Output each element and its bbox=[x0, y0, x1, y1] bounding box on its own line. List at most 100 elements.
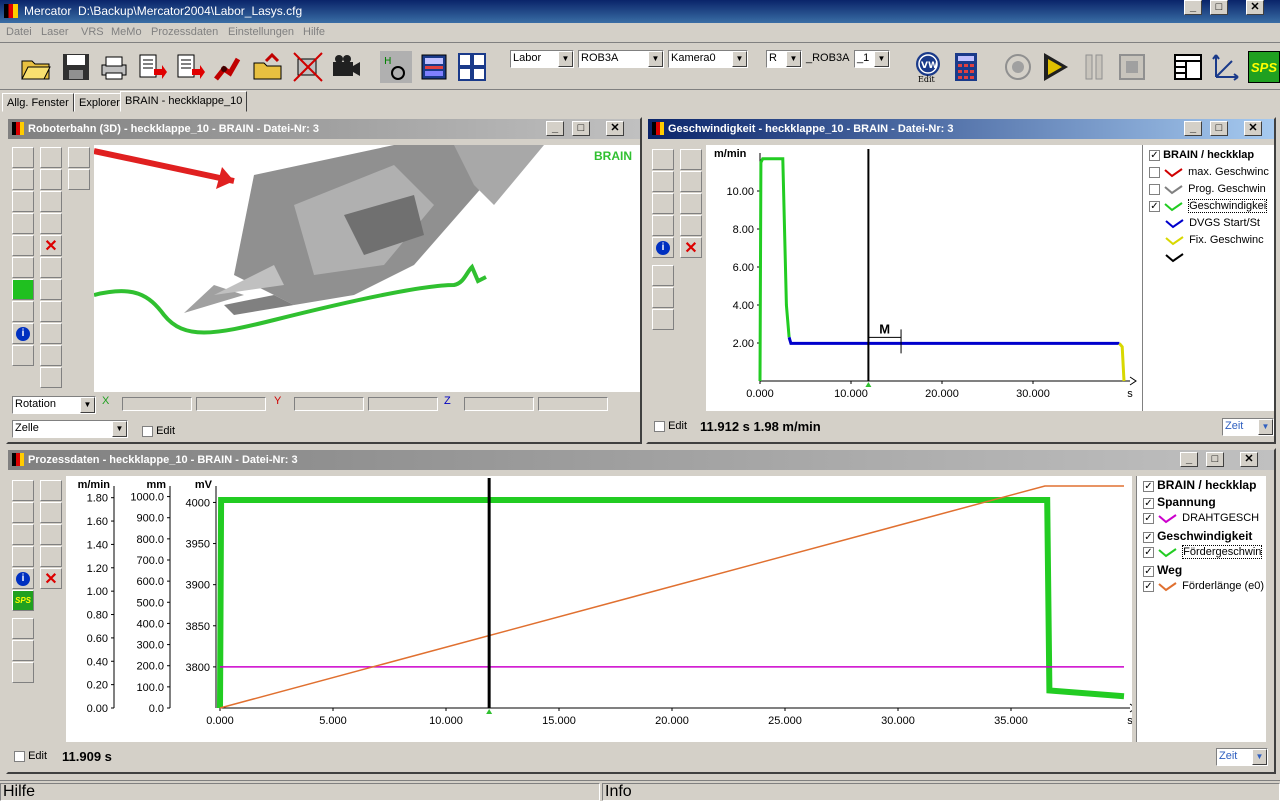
menu-hilfe[interactable]: Hilfe bbox=[303, 26, 325, 38]
close-button[interactable]: ✕ bbox=[606, 121, 624, 136]
legend-item[interactable]: ✓ Geschwindigkei bbox=[1149, 199, 1268, 216]
legend-checkbox[interactable]: ✓ bbox=[1143, 580, 1154, 592]
zoom-icon[interactable] bbox=[40, 147, 62, 168]
info-icon[interactable]: i bbox=[652, 237, 674, 258]
zoom-reset-icon[interactable] bbox=[40, 191, 62, 212]
maximize-button[interactable]: □ bbox=[572, 121, 590, 136]
speed-axis-select[interactable]: Zeit ▼ bbox=[1222, 418, 1274, 436]
list-icon[interactable] bbox=[12, 546, 34, 567]
process-axis-select[interactable]: Zeit ▼ bbox=[1216, 748, 1268, 766]
ipo-curve-icon[interactable] bbox=[12, 502, 34, 523]
process-chart-area[interactable]: m/min 0.00 0.20 0.40 0.60 0.80 1.00 1.20 1.40 1.6… bbox=[66, 476, 1137, 742]
menu-memo[interactable]: MeMo bbox=[111, 26, 142, 38]
tab-brain[interactable]: BRAIN - heckklappe_10 bbox=[120, 91, 248, 112]
menu-datei[interactable]: Datei bbox=[6, 26, 32, 38]
close-button[interactable]: ✕ bbox=[1244, 121, 1262, 136]
maximize-button[interactable]: □ bbox=[1206, 452, 1224, 467]
y-field-1[interactable] bbox=[294, 397, 364, 411]
labor-select[interactable]: Labor ▼ bbox=[510, 50, 574, 68]
table-icon[interactable] bbox=[652, 193, 674, 214]
legend-item[interactable]: ✓ DRAHTGESCH bbox=[1143, 512, 1259, 528]
legend-item[interactable]: max. Geschwinc bbox=[1149, 166, 1269, 182]
zoom-reset-icon[interactable] bbox=[680, 193, 702, 214]
prog-path-icon[interactable] bbox=[12, 147, 34, 168]
legend-item[interactable]: ✓ BRAIN / heckklap bbox=[1149, 149, 1254, 165]
delete-icon[interactable]: ✕ bbox=[40, 235, 62, 256]
zoom-icon[interactable] bbox=[40, 480, 62, 501]
legend-checkbox[interactable]: ✓ bbox=[1143, 480, 1154, 492]
delete-icon[interactable]: ✕ bbox=[40, 568, 62, 589]
measure-icon[interactable] bbox=[652, 265, 674, 286]
table-view-icon[interactable] bbox=[1172, 51, 1204, 83]
legend-item[interactable]: ✓ Geschwindigkeit bbox=[1143, 529, 1252, 545]
prog-curve-icon[interactable] bbox=[12, 480, 34, 501]
cube-side-icon[interactable] bbox=[40, 279, 62, 300]
coord-axes-icon[interactable] bbox=[68, 147, 90, 168]
sps-small-button[interactable]: SPS bbox=[12, 590, 34, 611]
3d-edit-checkbox[interactable]: Edit bbox=[142, 425, 175, 437]
z-field-2[interactable] bbox=[538, 397, 608, 411]
menu-prozessdaten[interactable]: Prozessdaten bbox=[151, 26, 218, 38]
measure-delete-icon[interactable] bbox=[12, 640, 34, 661]
disable-tool-icon[interactable] bbox=[292, 51, 324, 83]
legend-checkbox[interactable] bbox=[1149, 166, 1160, 178]
view-mode-select[interactable]: Rotation ▼ bbox=[12, 396, 96, 414]
save-icon[interactable] bbox=[60, 51, 92, 83]
checkbox-box[interactable] bbox=[142, 425, 153, 437]
zoom-icon[interactable] bbox=[680, 149, 702, 170]
record-icon[interactable] bbox=[1002, 51, 1034, 83]
checkbox-box[interactable] bbox=[14, 750, 25, 762]
settings-tool-icon[interactable] bbox=[12, 345, 34, 366]
pause-icon[interactable] bbox=[1078, 51, 1110, 83]
legend-checkbox[interactable]: ✓ bbox=[1143, 512, 1154, 524]
cube-front-icon[interactable] bbox=[40, 257, 62, 278]
process-edit-checkbox[interactable]: Edit bbox=[14, 750, 47, 762]
minimize-button[interactable]: _ bbox=[1180, 452, 1198, 467]
r-select[interactable]: R ▼ bbox=[766, 50, 802, 68]
camera-icon[interactable] bbox=[330, 51, 362, 83]
number-select[interactable]: _1 ▼ bbox=[854, 50, 890, 68]
x-field-1[interactable] bbox=[122, 397, 192, 411]
measure-delete-icon[interactable] bbox=[652, 287, 674, 308]
zoom-in-icon[interactable] bbox=[40, 169, 62, 190]
zoom-window-icon[interactable] bbox=[40, 213, 62, 234]
checkbox-box[interactable] bbox=[654, 420, 665, 432]
legend-checkbox[interactable] bbox=[1149, 183, 1160, 195]
layout-icon[interactable] bbox=[456, 51, 488, 83]
legend-checkbox[interactable]: ✓ bbox=[1149, 200, 1160, 212]
maximize-button[interactable]: □ bbox=[1210, 0, 1228, 15]
menu-vrs[interactable]: VRS bbox=[81, 26, 104, 38]
ho-tool-icon[interactable]: H bbox=[380, 51, 412, 83]
camera-select[interactable]: Kamera0 ▼ bbox=[668, 50, 748, 68]
minimize-button[interactable]: _ bbox=[546, 121, 564, 136]
info-icon[interactable]: i bbox=[12, 323, 34, 344]
export-icon[interactable] bbox=[136, 51, 168, 83]
legend-item[interactable]: ✓ Weg bbox=[1143, 563, 1182, 579]
open-folder-icon[interactable] bbox=[20, 51, 52, 83]
speed-chart-area[interactable]: m/min s 2.00 4.00 6.00 8.00 10.00 0.000 10.000 20… bbox=[706, 145, 1142, 411]
play-icon[interactable] bbox=[1040, 51, 1072, 83]
legend-item[interactable] bbox=[1149, 251, 1186, 267]
legend-checkbox[interactable]: ✓ bbox=[1143, 546, 1154, 558]
legend-item[interactable]: DVGS Start/St bbox=[1149, 217, 1260, 233]
list-icon[interactable] bbox=[652, 215, 674, 236]
ipo-curve-icon[interactable] bbox=[652, 171, 674, 192]
cube-iso-icon[interactable] bbox=[40, 323, 62, 344]
vw-logo-icon[interactable]: VW Edit bbox=[912, 51, 944, 83]
legend-checkbox[interactable]: ✓ bbox=[1143, 565, 1154, 577]
measure-edit-icon[interactable] bbox=[652, 309, 674, 330]
coord-path-icon[interactable] bbox=[68, 169, 90, 190]
menu-einstellungen[interactable]: Einstellungen bbox=[228, 26, 294, 38]
cube-bottom-icon[interactable] bbox=[40, 367, 62, 388]
maximize-button[interactable]: □ bbox=[1210, 121, 1228, 136]
minimize-button[interactable]: _ bbox=[1184, 121, 1202, 136]
3d-viewport[interactable]: BRAIN bbox=[94, 145, 640, 392]
folder-robot-icon[interactable] bbox=[252, 51, 284, 83]
legend-item[interactable]: Prog. Geschwin bbox=[1149, 183, 1266, 199]
cell-select[interactable]: Zelle ▼ bbox=[12, 420, 128, 438]
part-model-icon[interactable] bbox=[12, 257, 34, 278]
measure-edit-icon[interactable] bbox=[12, 662, 34, 683]
legend-item[interactable]: ✓ Spannung bbox=[1143, 495, 1216, 511]
cube-back-icon[interactable] bbox=[40, 345, 62, 366]
table-icon[interactable] bbox=[12, 524, 34, 545]
